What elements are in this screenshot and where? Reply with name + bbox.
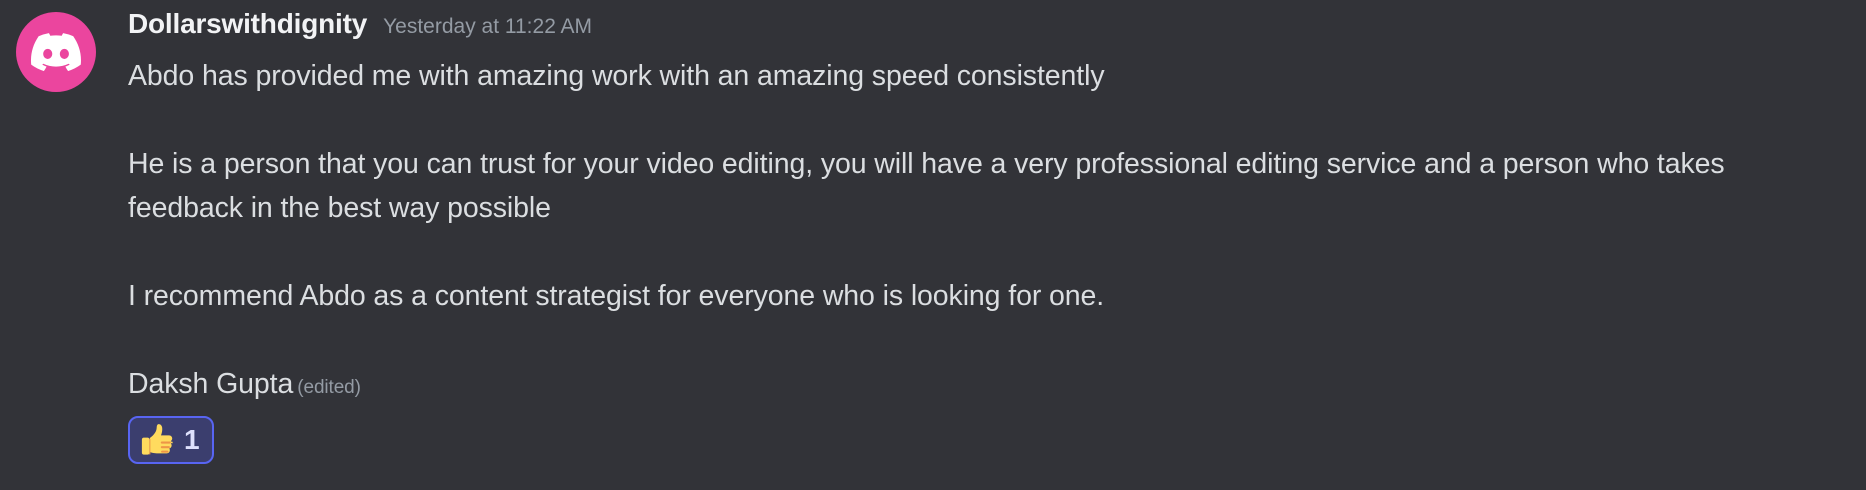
edited-label: (edited) [297, 377, 361, 398]
discord-logo-icon [31, 33, 81, 71]
chat-message: Dollarswithdignity Yesterday at 11:22 AM… [0, 0, 1866, 490]
message-paragraph [128, 230, 1828, 274]
timestamp[interactable]: Yesterday at 11:22 AM [383, 15, 592, 39]
avatar[interactable] [16, 12, 96, 92]
message-paragraph [128, 318, 1828, 362]
message-paragraph: He is a person that you can trust for yo… [128, 148, 1725, 224]
reaction-count: 1 [184, 424, 200, 455]
message-header: Dollarswithdignity Yesterday at 11:22 AM [128, 8, 1828, 54]
signature: Daksh Gupta [128, 368, 294, 400]
reaction-button[interactable]: 1 [128, 416, 214, 464]
message-content: Dollarswithdignity Yesterday at 11:22 AM… [128, 8, 1828, 464]
author-name[interactable]: Dollarswithdignity [128, 8, 367, 40]
message-body: Abdo has provided me with amazing work w… [128, 54, 1828, 410]
message-paragraph: Abdo has provided me with amazing work w… [128, 60, 1105, 92]
thumbs-up-icon [140, 423, 174, 457]
message-paragraph [128, 98, 1828, 142]
signature-line: Daksh Gupta (edited) [128, 362, 1828, 410]
message-paragraph: I recommend Abdo as a content strategist… [128, 280, 1105, 312]
reactions-bar: 1 [128, 416, 1828, 464]
